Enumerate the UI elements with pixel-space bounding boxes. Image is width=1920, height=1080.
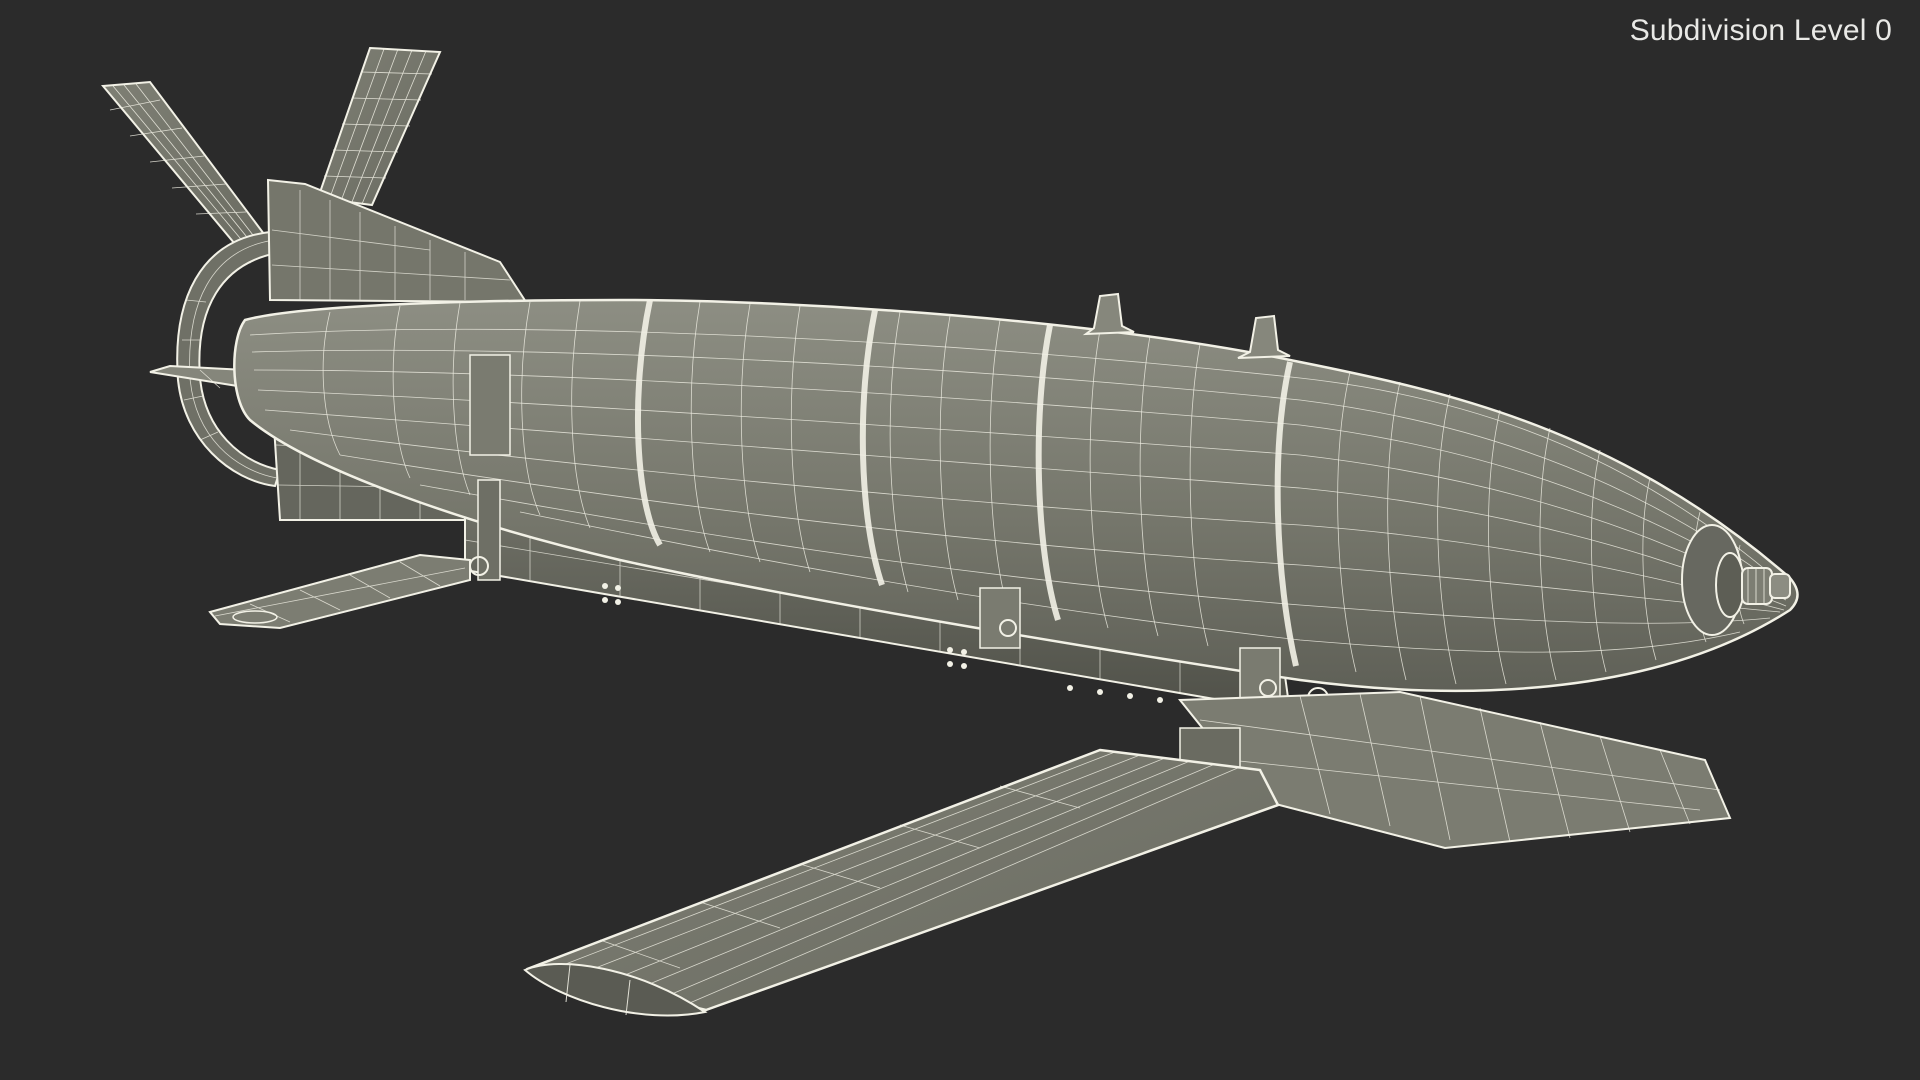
3d-viewport: Subdivision Level 0	[0, 0, 1920, 1080]
main-wing-left	[523, 748, 1280, 1017]
attachment-bracket-1	[979, 587, 1021, 649]
rear-wing-stub	[208, 553, 471, 630]
main-wing-body-fairing	[1177, 690, 1732, 850]
subdivision-level-label: Subdivision Level 0	[1629, 14, 1892, 47]
upper-tail-fin-left	[101, 80, 272, 264]
vertical-tail-fin	[266, 178, 528, 304]
suspension-lug-front	[1082, 292, 1135, 336]
wireframe-missile-model	[101, 46, 1799, 1017]
upper-tail-fin-right	[316, 46, 442, 207]
